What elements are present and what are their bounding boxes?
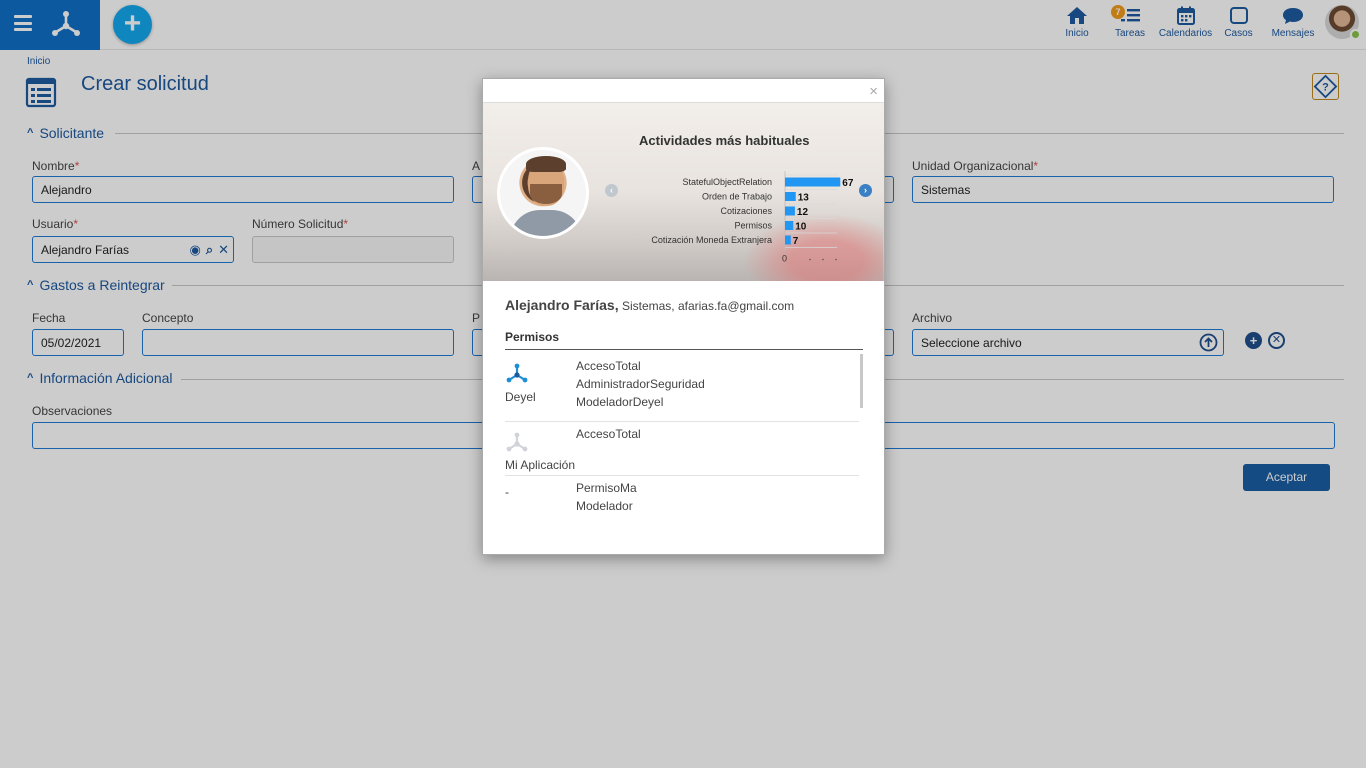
permisos-header: Permisos (505, 330, 560, 344)
chart-category-label: Cotizaciones (720, 206, 772, 216)
permission-item: Modelador (576, 499, 633, 513)
user-name: Alejandro Farías, (505, 297, 619, 313)
profile-photo (497, 147, 589, 239)
row-divider (505, 475, 859, 476)
chart-category-label: Cotización Moneda Extranjera (651, 235, 772, 245)
chart-value-label: 67 (842, 178, 853, 189)
profile-banner: Actividades más habituales ‹ › StatefulO… (483, 103, 884, 281)
permission-list: AccesoTotal (576, 425, 641, 443)
user-profile-modal: × Actividades más habituales ‹ › Statefu… (482, 78, 885, 555)
permission-item: ModeladorDeyel (576, 395, 664, 409)
chart-category-label: Permisos (734, 221, 772, 231)
chart-bar (785, 177, 841, 187)
app-placeholder-icon (506, 432, 528, 452)
permission-item: AdministradorSeguridad (576, 377, 705, 391)
close-icon[interactable]: × (869, 83, 878, 100)
chart-tick-mark (809, 258, 811, 261)
activity-chart: StatefulObjectRelation 67 Orden de Trabajo… (651, 171, 853, 264)
permisos-divider (505, 349, 863, 350)
scrollbar[interactable] (860, 354, 863, 408)
user-summary: Alejandro Farías, Sistemas, afarias.fa@g… (505, 297, 794, 313)
permission-list: PermisoMa Modelador (576, 479, 637, 515)
chart-title: Actividades más habituales (639, 133, 810, 148)
permission-item: PermisoMa (576, 481, 637, 495)
chart-bar (785, 206, 795, 216)
chart-tick-mark (835, 258, 837, 261)
chart-value-label: 7 (793, 236, 799, 247)
chart-tick-mark (822, 258, 824, 261)
chart-value-label: 13 (798, 193, 810, 204)
chart-category-label: Orden de Trabajo (702, 192, 772, 202)
row-divider (505, 421, 859, 422)
permission-list: AccesoTotal AdministradorSeguridad Model… (576, 357, 705, 411)
permission-item: AccesoTotal (576, 427, 641, 441)
app-name: Mi Aplicación (505, 458, 576, 472)
chart-value-label: 12 (797, 207, 809, 218)
app-name: - (505, 485, 509, 499)
chart-bar (785, 221, 794, 230)
chart-category-label: StatefulObjectRelation (682, 177, 772, 187)
app-name: Deyel (505, 390, 536, 404)
chart-bar (785, 192, 796, 201)
carousel-next-icon[interactable]: › (859, 184, 872, 197)
deyel-app-icon (506, 363, 528, 383)
permission-item: AccesoTotal (576, 359, 641, 373)
chart-value-label: 10 (795, 222, 807, 233)
chart-tick-label: 0 (782, 254, 787, 264)
chart-bar (785, 235, 791, 245)
user-details: Sistemas, afarias.fa@gmail.com (621, 299, 795, 313)
